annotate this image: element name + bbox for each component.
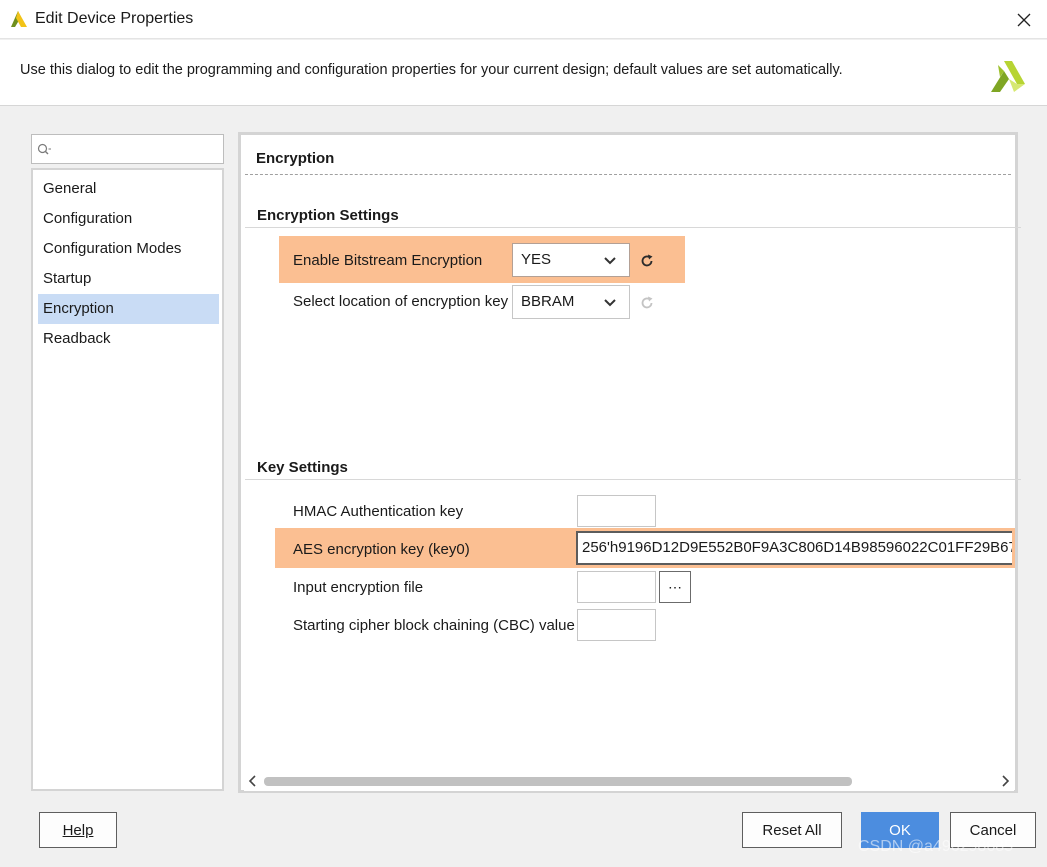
divider xyxy=(245,479,1021,480)
nav-item-label: Readback xyxy=(43,330,111,347)
enable-encryption-value: YES xyxy=(521,251,552,268)
ellipsis-icon: ⋯ xyxy=(668,579,682,595)
help-button-label: Help xyxy=(62,821,94,839)
chevron-left-icon[interactable] xyxy=(248,775,258,787)
reset-all-button-label: Reset All xyxy=(762,821,822,839)
enable-encryption-label: Enable Bitstream Encryption xyxy=(293,252,483,269)
nav-item-startup[interactable]: Startup xyxy=(38,264,219,294)
chevron-down-icon xyxy=(604,257,616,265)
input-file-label: Input encryption file xyxy=(293,579,424,596)
category-list: General Configuration Configuration Mode… xyxy=(31,168,224,791)
scroll-thumb[interactable] xyxy=(264,777,852,786)
divider xyxy=(245,174,1011,175)
search-input[interactable] xyxy=(31,134,224,164)
cbc-value-field[interactable] xyxy=(577,609,656,641)
help-button[interactable]: Help xyxy=(39,812,117,848)
input-file-field[interactable] xyxy=(577,571,656,603)
nav-item-readback[interactable]: Readback xyxy=(38,324,219,354)
header-description: Use this dialog to edit the programming … xyxy=(20,62,843,78)
chevron-down-icon xyxy=(604,299,616,307)
close-icon xyxy=(1017,13,1031,26)
enable-encryption-select[interactable]: YES xyxy=(512,243,630,277)
refresh-icon[interactable] xyxy=(639,253,655,269)
dialog-header: Use this dialog to edit the programming … xyxy=(0,40,1047,106)
nav-item-label: Startup xyxy=(43,270,92,287)
cbc-value-label: Starting cipher block chaining (CBC) val… xyxy=(293,617,575,634)
title-bar: Edit Device Properties xyxy=(0,0,1047,39)
nav-item-label: General xyxy=(43,180,97,197)
properties-panel: Encryption Encryption Settings Enable Bi… xyxy=(238,132,1021,793)
key-location-select[interactable]: BBRAM xyxy=(512,285,630,319)
browse-button[interactable]: ⋯ xyxy=(659,571,691,603)
nav-item-configuration[interactable]: Configuration xyxy=(38,204,219,234)
aes-key-label: AES encryption key (key0) xyxy=(293,541,470,558)
nav-item-general[interactable]: General xyxy=(38,174,219,204)
nav-item-label: Encryption xyxy=(43,300,114,317)
ok-button-label: OK xyxy=(889,821,911,839)
xilinx-logo-icon xyxy=(11,11,27,27)
nav-item-label: Configuration xyxy=(43,210,133,227)
nav-item-encryption[interactable]: Encryption xyxy=(38,294,219,324)
xilinx-logo-icon xyxy=(991,61,1025,92)
reset-all-button[interactable]: Reset All xyxy=(742,812,842,848)
horizontal-scrollbar[interactable] xyxy=(244,771,1014,791)
key-location-label: Select location of encryption key xyxy=(293,293,509,310)
chevron-right-icon[interactable] xyxy=(1000,775,1010,787)
close-button[interactable] xyxy=(1001,0,1047,39)
refresh-icon xyxy=(641,296,653,309)
hmac-key-field[interactable] xyxy=(577,495,656,527)
nav-item-label: Configuration Modes xyxy=(43,240,182,257)
key-settings-heading: Key Settings xyxy=(257,459,348,476)
divider xyxy=(245,227,1021,228)
key-location-value: BBRAM xyxy=(521,293,575,310)
window-title: Edit Device Properties xyxy=(35,10,194,27)
cancel-button-label: Cancel xyxy=(969,821,1017,839)
search-icon xyxy=(37,143,51,155)
hmac-key-label: HMAC Authentication key xyxy=(293,503,464,520)
encryption-settings-heading: Encryption Settings xyxy=(257,207,399,224)
nav-item-configuration-modes[interactable]: Configuration Modes xyxy=(38,234,219,264)
aes-key-field[interactable]: 256'h9196D12D9E552B0F9A3C806D14B98596022… xyxy=(576,531,1012,565)
panel-title: Encryption xyxy=(256,150,335,167)
watermark: CSDN @a496298685 xyxy=(858,838,1014,855)
aes-key-value: 256'h9196D12D9E552B0F9A3C806D14B98596022… xyxy=(582,539,1012,556)
